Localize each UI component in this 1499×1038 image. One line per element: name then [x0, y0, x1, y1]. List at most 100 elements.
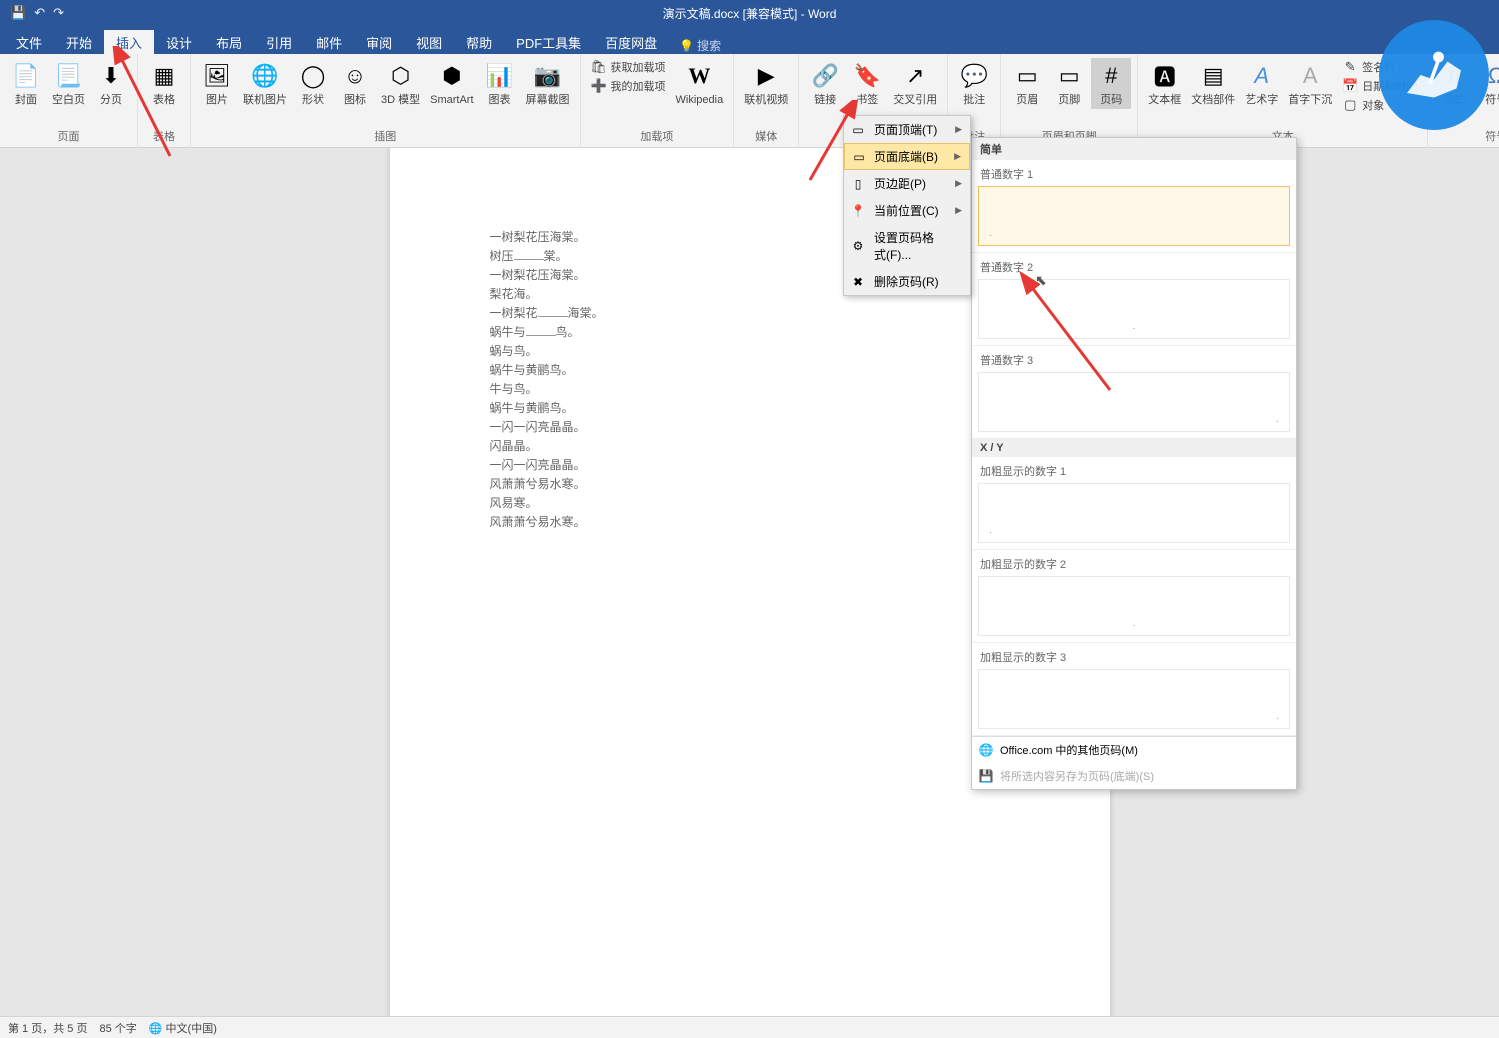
- icons-button[interactable]: ☺图标: [335, 58, 375, 109]
- 3d-model-button[interactable]: ⬡3D 模型: [377, 58, 424, 109]
- store-icon: 🛍: [591, 59, 607, 75]
- gallery-preview: ·: [978, 279, 1290, 339]
- table-button[interactable]: ▦表格: [144, 58, 184, 109]
- tab-design[interactable]: 设计: [154, 30, 204, 54]
- tab-view[interactable]: 视图: [404, 30, 454, 54]
- picture-button[interactable]: 🖼图片: [197, 58, 237, 109]
- screenshot-icon: 📷: [532, 60, 564, 92]
- smartart-button[interactable]: ⬢SmartArt: [426, 58, 477, 109]
- get-addins-button[interactable]: 🛍获取加载项: [587, 58, 670, 76]
- undo-icon[interactable]: ↶: [34, 5, 45, 21]
- group-pages: 📄封面 📃空白页 ⬇分页 页面: [0, 54, 138, 148]
- screenshot-button[interactable]: 📷屏幕截图: [522, 58, 574, 109]
- save-selection-icon: 💾: [978, 768, 994, 784]
- gallery-item-label: 普通数字 3: [976, 350, 1292, 370]
- gallery-preview: ·: [978, 576, 1290, 636]
- gallery-item[interactable]: 普通数字 3·: [972, 346, 1296, 439]
- tab-home[interactable]: 开始: [54, 30, 104, 54]
- link-button[interactable]: 🔗链接: [805, 58, 845, 109]
- cover-page-button[interactable]: 📄封面: [6, 58, 46, 109]
- menu-current-position[interactable]: 📍当前位置(C)▶: [844, 197, 970, 224]
- textbox-icon: 🅰: [1149, 60, 1181, 92]
- gallery-item[interactable]: 加粗显示的数字 1·: [972, 457, 1296, 550]
- save-icon[interactable]: 💾: [10, 5, 26, 21]
- comment-button[interactable]: 💬批注: [954, 58, 994, 109]
- page-number-icon: #: [1095, 60, 1127, 92]
- shapes-icon: ◯: [297, 60, 329, 92]
- crossref-button[interactable]: ↗交叉引用: [889, 58, 941, 109]
- gallery-office-more[interactable]: 🌐Office.com 中的其他页码(M): [972, 737, 1296, 763]
- bookmark-button[interactable]: 🔖书签: [847, 58, 887, 109]
- ribbon: 📄封面 📃空白页 ⬇分页 页面 ▦表格 表格 🖼图片 🌐联机图片 ◯形状 ☺图标…: [0, 54, 1499, 148]
- gallery-preview: ·: [978, 483, 1290, 543]
- chart-button[interactable]: 📊图表: [480, 58, 520, 109]
- tab-mail[interactable]: 邮件: [304, 30, 354, 54]
- wikipedia-button[interactable]: WWikipedia: [672, 58, 728, 109]
- bookmark-icon: 🔖: [851, 60, 883, 92]
- shapes-button[interactable]: ◯形状: [293, 58, 333, 109]
- group-header-footer: ▭页眉 ▭页脚 #页码 页眉和页脚: [1001, 54, 1138, 148]
- redo-icon[interactable]: ↷: [53, 5, 64, 21]
- footer-button[interactable]: ▭页脚: [1049, 58, 1089, 109]
- tab-file[interactable]: 文件: [4, 30, 54, 54]
- menu-page-top[interactable]: ▭页面顶端(T)▶: [844, 116, 970, 143]
- chevron-right-icon: ▶: [955, 205, 962, 216]
- gallery-item[interactable]: 加粗显示的数字 2·: [972, 550, 1296, 643]
- tab-baidu[interactable]: 百度网盘: [593, 30, 669, 54]
- group-media: ▶联机视频 媒体: [734, 54, 799, 148]
- gallery-save-selection: 💾将所选内容另存为页码(底端)(S): [972, 763, 1296, 789]
- menu-remove-page-number[interactable]: ✖删除页码(R): [844, 268, 970, 295]
- tab-insert[interactable]: 插入: [104, 30, 154, 54]
- dropcap-button[interactable]: A首字下沉: [1284, 58, 1336, 109]
- office-icon: 🌐: [978, 742, 994, 758]
- menu-page-margins[interactable]: ▯页边距(P)▶: [844, 170, 970, 197]
- quickparts-icon: ▤: [1197, 60, 1229, 92]
- header-button[interactable]: ▭页眉: [1007, 58, 1047, 109]
- gallery-item[interactable]: 普通数字 1·: [972, 160, 1296, 253]
- gallery-preview: ·: [978, 372, 1290, 432]
- datetime-icon: 📅: [1342, 78, 1358, 94]
- online-video-button[interactable]: ▶联机视频: [740, 58, 792, 109]
- menu-page-bottom[interactable]: ▭页面底端(B)▶: [844, 143, 970, 170]
- status-page[interactable]: 第 1 页，共 5 页: [8, 1020, 87, 1036]
- tab-review[interactable]: 审阅: [354, 30, 404, 54]
- object-icon: ▢: [1342, 97, 1358, 113]
- tab-layout[interactable]: 布局: [204, 30, 254, 54]
- tab-pdf[interactable]: PDF工具集: [504, 30, 593, 54]
- wikipedia-icon: W: [683, 60, 715, 92]
- status-words[interactable]: 85 个字: [99, 1020, 136, 1036]
- gallery-header-xy: X / Y: [972, 439, 1296, 457]
- comment-icon: 💬: [958, 60, 990, 92]
- online-picture-button[interactable]: 🌐联机图片: [239, 58, 291, 109]
- page-number-button[interactable]: #页码: [1091, 58, 1131, 109]
- remove-icon: ✖: [850, 274, 866, 290]
- video-icon: ▶: [750, 60, 782, 92]
- link-icon: 🔗: [809, 60, 841, 92]
- menu-format-page-number[interactable]: ⚙设置页码格式(F)...: [844, 224, 970, 268]
- page-bottom-icon: ▭: [851, 149, 867, 165]
- tab-help[interactable]: 帮助: [454, 30, 504, 54]
- chevron-right-icon: ▶: [954, 151, 961, 162]
- chevron-right-icon: ▶: [955, 124, 962, 135]
- gallery-preview: ·: [978, 669, 1290, 729]
- window-title: 演示文稿.docx [兼容模式] - Word: [663, 5, 837, 22]
- textbox-button[interactable]: 🅰文本框: [1144, 58, 1185, 109]
- page-top-icon: ▭: [850, 122, 866, 138]
- gallery-item[interactable]: 普通数字 2·: [972, 253, 1296, 346]
- page-number-menu: ▭页面顶端(T)▶ ▭页面底端(B)▶ ▯页边距(P)▶ 📍当前位置(C)▶ ⚙…: [843, 115, 971, 296]
- page-break-button[interactable]: ⬇分页: [91, 58, 131, 109]
- wordart-button[interactable]: A艺术字: [1241, 58, 1282, 109]
- my-addins-button[interactable]: ➕我的加载项: [587, 77, 670, 95]
- picture-icon: 🖼: [201, 60, 233, 92]
- group-addins: 🛍获取加载项 ➕我的加载项 WWikipedia 加载项: [581, 54, 735, 148]
- status-lang[interactable]: 🌐 中文(中国): [149, 1020, 217, 1036]
- gallery-preview: ·: [978, 186, 1290, 246]
- tell-me-search[interactable]: 💡 搜索: [679, 37, 721, 54]
- blank-page-button[interactable]: 📃空白页: [48, 58, 89, 109]
- quickparts-button[interactable]: ▤文档部件: [1187, 58, 1239, 109]
- tab-references[interactable]: 引用: [254, 30, 304, 54]
- addins-icon: ➕: [591, 78, 607, 94]
- cube-icon: ⬡: [385, 60, 417, 92]
- gallery-item[interactable]: 加粗显示的数字 3·: [972, 643, 1296, 736]
- gallery-item-label: 加粗显示的数字 1: [976, 461, 1292, 481]
